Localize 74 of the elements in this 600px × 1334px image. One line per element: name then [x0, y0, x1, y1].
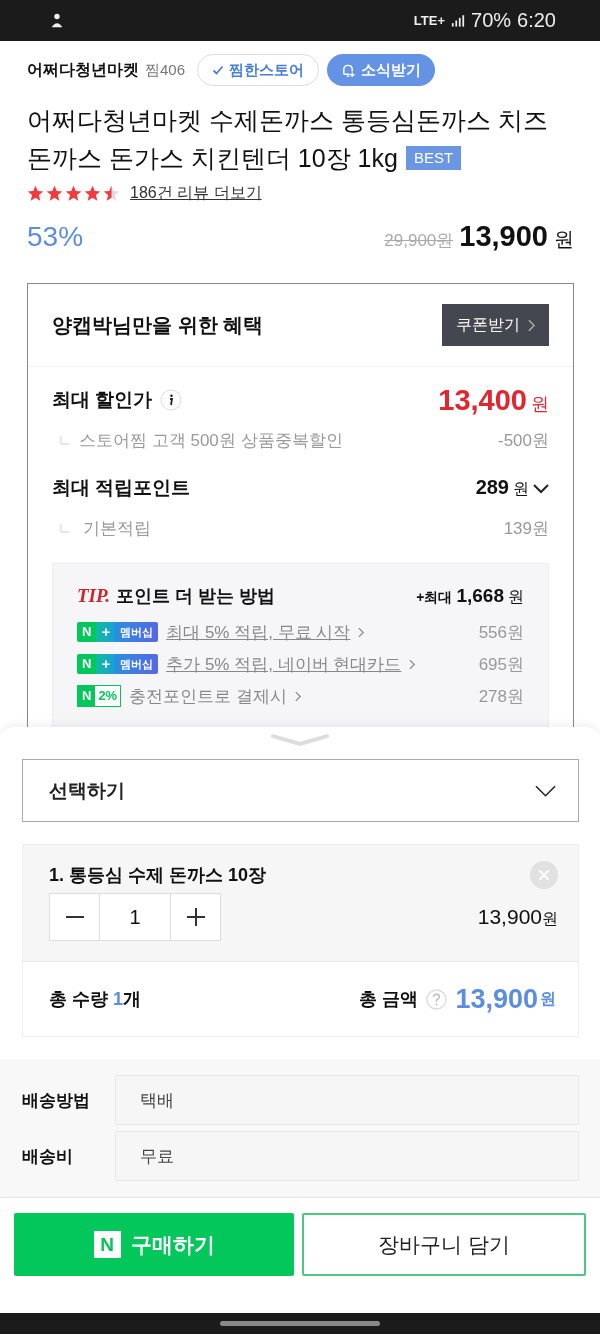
- total-quantity: 1: [113, 989, 124, 1009]
- chevron-right-icon: [409, 658, 417, 670]
- bell-icon: [341, 62, 357, 78]
- benefit-title: 양캡박님만을 위한 혜택: [52, 312, 264, 338]
- discount-rate: 53%: [27, 220, 84, 253]
- help-icon[interactable]: [426, 988, 448, 1010]
- tip-amount: 695원: [478, 653, 524, 676]
- total-amount-label: 총 금액: [359, 988, 419, 1011]
- delivery-value-field: 무료: [115, 1131, 579, 1181]
- signal-icon: [451, 14, 466, 27]
- currency-unit: 원: [540, 988, 556, 1009]
- plus-icon: [186, 908, 205, 926]
- delivery-value-field: 택배: [115, 1075, 579, 1125]
- currency-unit: 원: [554, 227, 574, 252]
- option-dropdown[interactable]: 선택하기: [22, 759, 579, 822]
- max-points-label: 최대 적립포인트: [52, 476, 191, 500]
- discount-detail: 스토어찜 고객 500원 상품중복할인: [79, 429, 343, 452]
- chevron-right-icon: [528, 318, 535, 332]
- chevron-right-icon: [294, 690, 302, 702]
- tip-title: 포인트 더 받는 방법: [115, 585, 275, 608]
- discount-detail-amount: -500원: [497, 429, 549, 452]
- home-indicator[interactable]: [220, 1321, 380, 1326]
- star-icon: [46, 185, 63, 202]
- option-name: 1. 통등심 수제 돈까스 10장: [49, 864, 267, 887]
- coupon-button[interactable]: 쿠폰받기: [442, 304, 549, 346]
- sub-item-icon: [60, 435, 69, 445]
- max-points-amount: 289: [475, 476, 509, 499]
- star-icon: [84, 185, 101, 202]
- star-icon: [65, 185, 82, 202]
- tip-amount: 278원: [478, 685, 524, 708]
- review-link[interactable]: 186건 리뷰 더보기: [130, 183, 262, 204]
- remove-icon[interactable]: [530, 861, 558, 889]
- tip-amount: 556원: [478, 621, 524, 644]
- naver-logo-icon: N: [93, 1231, 121, 1258]
- quantity-unit: 개: [123, 989, 142, 1009]
- currency-unit: 원: [542, 909, 558, 927]
- best-badge: BEST: [405, 146, 462, 170]
- sale-price: 13,900: [459, 220, 548, 253]
- max-discount-price: 13,400: [438, 383, 527, 417]
- tip-total: 1,668: [456, 584, 504, 607]
- currency-unit: 원: [513, 479, 529, 499]
- chevron-right-icon: [358, 626, 366, 638]
- original-price: 29,900원: [384, 230, 454, 252]
- product-title: 어쩌다청년마켓 수제돈까스 통등심돈까스 치즈: [27, 105, 548, 136]
- delivery-label: 배송비: [22, 1145, 74, 1168]
- check-icon: [212, 64, 225, 76]
- cart-button[interactable]: 장바구니 담기: [302, 1213, 586, 1276]
- currency-unit: 원: [508, 586, 524, 607]
- delivery-label: 배송방법: [22, 1089, 91, 1112]
- sub-item-icon: [60, 523, 69, 533]
- minus-icon: [65, 916, 84, 918]
- battery-level: 70%: [471, 9, 512, 32]
- store-name[interactable]: 어쩌다청년마켓: [27, 59, 139, 81]
- chevron-down-icon[interactable]: [533, 484, 549, 494]
- points-detail: 기본적립: [82, 517, 151, 540]
- tip-tag: TIP.: [77, 585, 110, 607]
- like-count: 찜406: [145, 60, 186, 80]
- total-quantity-label: 총 수량: [49, 989, 108, 1009]
- tip-total-prefix: +최대: [416, 588, 453, 607]
- chevron-down-icon: [535, 784, 556, 797]
- star-icon: [27, 185, 44, 202]
- product-title: 돈까스 돈가스 치킨텐더 10장 1kg: [27, 143, 398, 174]
- option-price: 13,900: [477, 904, 542, 928]
- network-indicator: LTE+: [413, 13, 446, 28]
- collapse-handle-icon[interactable]: [271, 733, 329, 747]
- clock: 6:20: [517, 9, 556, 32]
- info-icon[interactable]: [160, 389, 183, 411]
- currency-unit: 원: [531, 392, 549, 416]
- max-discount-label: 최대 할인가: [52, 388, 153, 412]
- total-amount: 13,900: [455, 983, 538, 1015]
- charge-badge: N 2%: [77, 685, 122, 707]
- liked-store-button[interactable]: 찜한스토어: [197, 54, 320, 86]
- star-icon: [103, 185, 120, 202]
- points-detail-amount: 139원: [503, 517, 549, 540]
